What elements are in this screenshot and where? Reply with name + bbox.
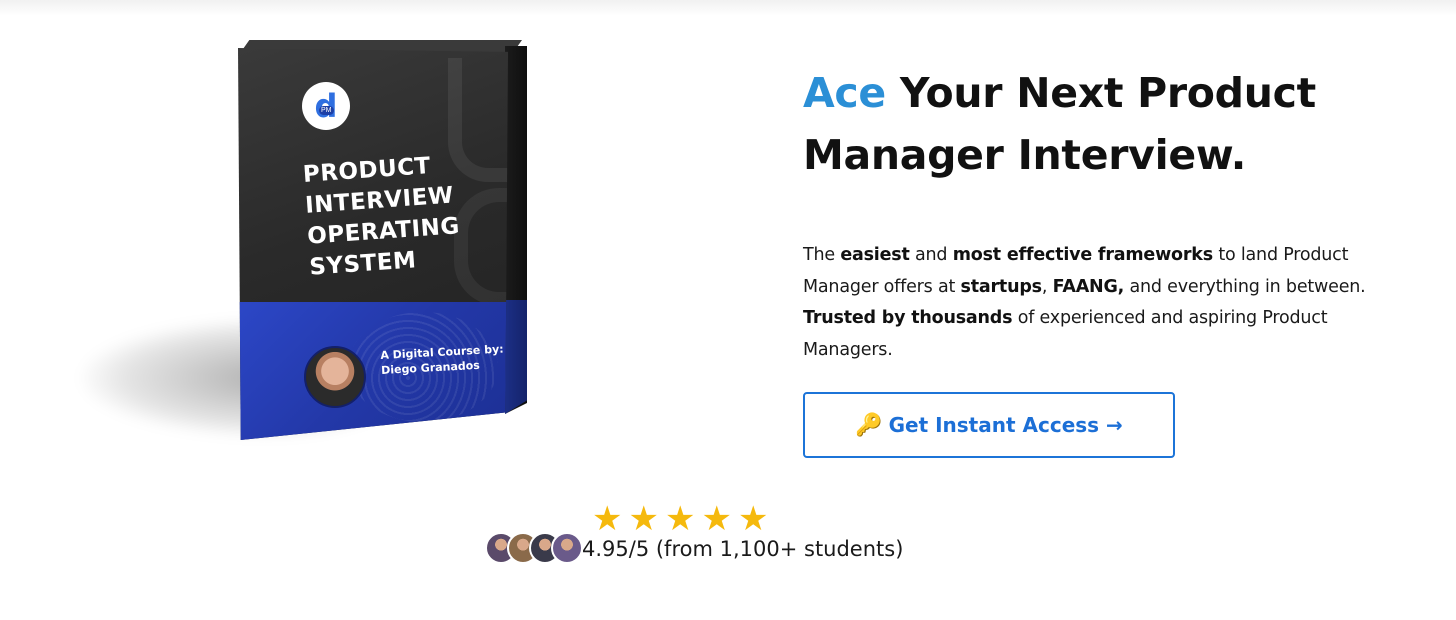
author-avatar [304,346,366,408]
brand-logo-icon: d PM [302,82,350,130]
logo-badge: PM [319,106,334,115]
desc-text: and [909,245,953,265]
star-icon: ★ [737,500,769,538]
key-icon: 🔑 [855,412,883,438]
star-icon: ★ [664,500,696,538]
desc-bold: most effective frameworks [952,245,1213,265]
rating-text: 4.95/5 (from 1,100+ students) [582,537,904,561]
desc-bold: Trusted by thousands [803,308,1013,328]
get-instant-access-button[interactable]: 🔑 Get Instant Access → [803,392,1175,458]
cta-label: Get Instant Access → [888,413,1123,437]
student-avatar [551,532,583,564]
headline-accent: Ace [803,69,886,117]
product-box-title: PRODUCT INTERVIEW OPERATING SYSTEM [302,146,508,284]
top-fade [0,0,1456,16]
rating-stars: ★ ★ ★ ★ ★ [592,500,768,538]
desc-bold: FAANG, [1052,276,1125,297]
product-box-side-blue [505,300,527,414]
desc-bold: easiest [840,245,910,265]
desc-text: The [803,245,841,265]
desc-text: , [1041,276,1053,297]
hero-description: The easiest and most effective framework… [803,240,1373,366]
desc-bold: startups [960,276,1043,297]
hero-headline: Ace Your Next Product Manager Interview. [803,62,1403,186]
star-icon: ★ [592,500,623,538]
desc-text: and everything in between. [1124,276,1366,297]
star-icon: ★ [628,500,659,538]
star-icon: ★ [701,500,732,538]
product-box-image: d PM PRODUCT INTERVIEW OPERATING SYSTEM … [238,48,508,440]
student-avatars [485,532,583,564]
